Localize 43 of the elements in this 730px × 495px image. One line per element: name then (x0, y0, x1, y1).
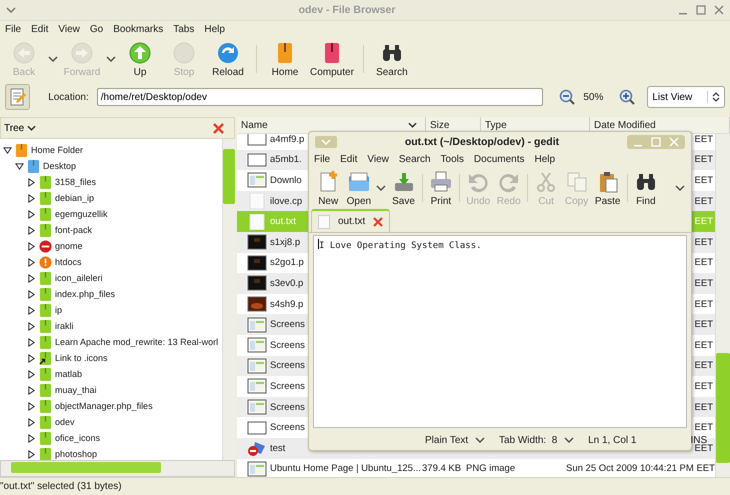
file-name: out.txt (270, 216, 296, 228)
file-name: Screens (270, 422, 305, 434)
file-date: EET (694, 257, 713, 268)
window-title: odev - File Browser (298, 4, 396, 16)
file-date: EET (694, 298, 713, 310)
file-date: EET (694, 442, 713, 454)
file-name: Downlo (270, 174, 302, 186)
window-title: out.txt (~/Desktop/odev) - gedit (404, 136, 560, 148)
file-date: EET (694, 174, 713, 186)
file-name: Screens (270, 360, 305, 372)
file-date: EET (694, 380, 713, 392)
file-date: EET (694, 422, 713, 434)
file-date: Sun 25 Oct 2009 10:44:21 PM EET (566, 463, 715, 474)
file-date: EET (694, 340, 713, 351)
file-date: EET (694, 134, 713, 145)
file-name: Ubuntu Home Page | Ubuntu_125... (270, 463, 421, 474)
file-name: s3ev0.p (270, 278, 304, 289)
file-type: PNG image (466, 463, 516, 474)
file-name: Screens (270, 380, 305, 392)
cursor-position: Ln 1, Col 1 (588, 434, 636, 446)
file-date: EET (694, 360, 713, 372)
file-name: test (270, 442, 286, 454)
zoom-level: 50% (583, 92, 604, 102)
file-name: Screens (270, 340, 305, 351)
file-name: a4mf9.p (270, 134, 304, 145)
file-name: ilove.cp (270, 196, 302, 207)
file-name: s2go1.p (270, 257, 304, 268)
location-label: Location: (48, 92, 89, 102)
file-date: EET (694, 196, 713, 207)
file-date: EET (694, 154, 713, 166)
file-date: EET (694, 319, 713, 330)
file-name: s4sh9.p (270, 298, 304, 310)
file-size: 379.4 KB (422, 463, 462, 474)
file-name: Screens (270, 319, 305, 330)
file-name: Screens (270, 402, 305, 413)
file-date: EET (694, 278, 713, 289)
file-name: a5mb1. (270, 154, 302, 166)
file-date: EET (694, 236, 713, 248)
insert-mode: INS (690, 434, 708, 446)
file-date: EET (694, 402, 713, 413)
file-date: EET (694, 216, 713, 228)
file-name: s1xj8.p (270, 236, 300, 248)
status-text: "out.txt" selected (31 bytes) (0, 481, 122, 492)
